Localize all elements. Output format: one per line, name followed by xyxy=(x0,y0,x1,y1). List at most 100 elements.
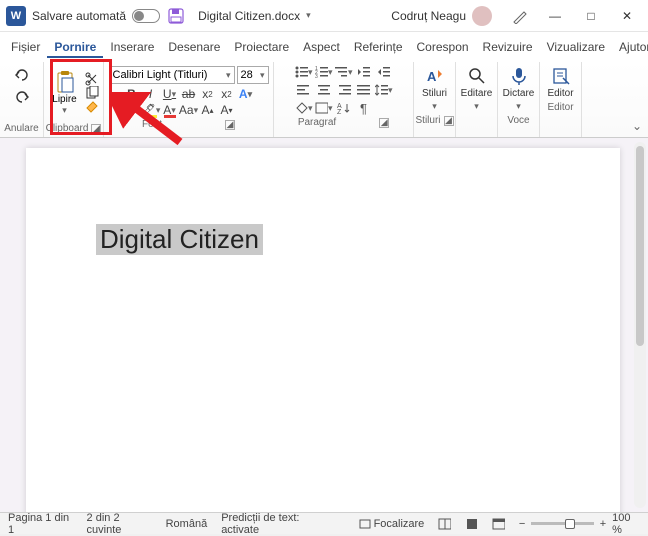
grow-font-button[interactable]: A▴ xyxy=(200,102,216,118)
svg-text:A: A xyxy=(427,69,437,84)
undo-icon[interactable] xyxy=(13,66,31,84)
numbering-button[interactable]: 123▾ xyxy=(315,64,333,80)
change-case-button[interactable]: Aa▾ xyxy=(181,102,197,118)
vertical-scrollbar[interactable] xyxy=(634,142,646,508)
autosave-toggle[interactable]: Salvare automată xyxy=(32,9,160,23)
group-voice: Dictare▾ Voce xyxy=(498,62,540,137)
shrink-font-button[interactable]: A▾ xyxy=(219,102,235,118)
toggle-off-icon[interactable] xyxy=(132,9,160,23)
align-right-button[interactable] xyxy=(335,82,353,98)
ribbon: Anulare Lipire ▾ Clipboard◢ Calibri Ligh… xyxy=(0,62,648,138)
font-launcher-icon[interactable]: ◢ xyxy=(225,120,235,130)
zoom-slider[interactable] xyxy=(531,522,593,525)
status-language[interactable]: Română xyxy=(166,518,208,530)
borders-button[interactable]: ▾ xyxy=(315,100,333,116)
group-editor: Editor Editor xyxy=(540,62,582,137)
sort-button[interactable]: AZ xyxy=(335,100,353,116)
styles-launcher-icon[interactable]: ◢ xyxy=(444,116,454,126)
subscript-button[interactable]: x2 xyxy=(200,86,216,102)
zoom-control[interactable]: − + 100 % xyxy=(519,512,640,536)
italic-button[interactable]: I xyxy=(143,86,159,102)
dictate-button[interactable]: Dictare▾ xyxy=(501,64,537,114)
selected-text[interactable]: Digital Citizen xyxy=(96,224,263,255)
collapse-ribbon-icon[interactable]: ⌄ xyxy=(632,119,642,133)
redo-icon[interactable] xyxy=(13,88,31,106)
paste-button[interactable]: Lipire ▾ xyxy=(48,70,82,116)
font-name-select[interactable]: Calibri Light (Titluri)▾ xyxy=(109,66,235,84)
word-app-icon: W xyxy=(6,6,26,26)
editor-button[interactable]: Editor xyxy=(545,64,575,101)
svg-text:3: 3 xyxy=(315,74,318,78)
web-layout-icon[interactable] xyxy=(492,518,505,530)
status-words[interactable]: 2 din 2 cuvinte xyxy=(87,512,152,536)
group-editing: Editare▾ xyxy=(456,62,498,137)
scrollbar-thumb[interactable] xyxy=(636,146,644,346)
bold-button[interactable]: B xyxy=(124,86,140,102)
group-paragraph: ▾ 123▾ ▾ ▾ ▾ ▾ AZ ¶ Paragraf ◢ xyxy=(274,62,414,137)
copy-icon[interactable] xyxy=(84,86,100,100)
find-button[interactable]: Editare▾ xyxy=(459,64,495,114)
tab-mail[interactable]: Corespon xyxy=(410,36,476,58)
ribbon-tabs: Fișier Pornire Inserare Desenare Proiect… xyxy=(0,32,648,62)
status-predictions[interactable]: Predicții de text: activate xyxy=(221,512,330,536)
group-label-styles: Stiluri xyxy=(416,115,441,126)
justify-button[interactable] xyxy=(355,82,373,98)
tab-file[interactable]: Fișier xyxy=(4,36,47,58)
underline-button[interactable]: U▾ xyxy=(162,86,178,102)
align-left-button[interactable] xyxy=(295,82,313,98)
line-spacing-button[interactable]: ▾ xyxy=(375,82,393,98)
avatar-icon xyxy=(472,6,492,26)
zoom-level[interactable]: 100 % xyxy=(612,512,640,536)
superscript-button[interactable]: x2 xyxy=(219,86,235,102)
tab-home[interactable]: Pornire xyxy=(47,36,103,58)
tab-insert[interactable]: Inserare xyxy=(103,36,161,58)
group-label-clipboard: Clipboard xyxy=(46,123,89,134)
decrease-indent-button[interactable] xyxy=(355,64,373,80)
paragraph-launcher-icon[interactable]: ◢ xyxy=(379,118,389,128)
bullets-button[interactable]: ▾ xyxy=(295,64,313,80)
print-layout-icon[interactable] xyxy=(465,518,478,530)
multilevel-button[interactable]: ▾ xyxy=(335,64,353,80)
status-page[interactable]: Pagina 1 din 1 xyxy=(8,512,73,536)
page[interactable]: Digital Citizen xyxy=(26,148,620,512)
cut-icon[interactable] xyxy=(84,72,100,86)
tab-help[interactable]: Ajutor xyxy=(612,36,648,58)
increase-indent-button[interactable] xyxy=(375,64,393,80)
shading-button[interactable]: ▾ xyxy=(295,100,313,116)
group-undo: Anulare xyxy=(0,62,44,137)
group-label-font: Font xyxy=(142,119,162,130)
tab-layout[interactable]: Aspect xyxy=(296,36,347,58)
document-title[interactable]: Digital Citizen.docx xyxy=(192,9,306,23)
zoom-in-icon[interactable]: + xyxy=(600,518,606,530)
pen-icon[interactable] xyxy=(512,8,528,24)
tab-references[interactable]: Referințe xyxy=(347,36,410,58)
user-name: Codruț Neagu xyxy=(391,9,466,23)
save-icon[interactable] xyxy=(168,8,184,24)
group-clipboard: Lipire ▾ Clipboard◢ xyxy=(44,62,104,137)
tab-draw[interactable]: Desenare xyxy=(161,36,227,58)
zoom-out-icon[interactable]: − xyxy=(519,518,525,530)
show-marks-button[interactable]: ¶ xyxy=(355,100,373,116)
tab-view[interactable]: Vizualizare xyxy=(540,36,612,58)
highlight-button[interactable]: 🖊▾ xyxy=(143,102,159,118)
text-effects-button[interactable]: A▾ xyxy=(238,86,254,102)
strikethrough-button[interactable]: ab xyxy=(181,86,197,102)
tab-review[interactable]: Revizuire xyxy=(476,36,540,58)
group-label-paragraph: Paragraf xyxy=(298,117,336,128)
statusbar: Pagina 1 din 1 2 din 2 cuvinte Română Pr… xyxy=(0,512,648,534)
user-account[interactable]: Codruț Neagu xyxy=(391,6,492,26)
maximize-button[interactable]: □ xyxy=(574,2,608,30)
titlebar: W Salvare automată Digital Citizen.docx … xyxy=(0,0,648,32)
font-color-button[interactable]: A▾ xyxy=(162,102,178,118)
chevron-down-icon[interactable]: ▾ xyxy=(306,10,311,21)
read-mode-icon[interactable] xyxy=(438,518,451,530)
styles-button[interactable]: A Stiluri▾ xyxy=(420,64,449,114)
focus-mode-button[interactable]: Focalizare xyxy=(359,518,425,530)
align-center-button[interactable] xyxy=(315,82,333,98)
tab-design[interactable]: Proiectare xyxy=(227,36,296,58)
minimize-button[interactable]: — xyxy=(538,2,572,30)
close-button[interactable]: ✕ xyxy=(610,2,644,30)
clipboard-launcher-icon[interactable]: ◢ xyxy=(91,124,101,134)
format-painter-icon[interactable] xyxy=(84,100,100,114)
font-size-select[interactable]: 28▾ xyxy=(237,66,269,84)
